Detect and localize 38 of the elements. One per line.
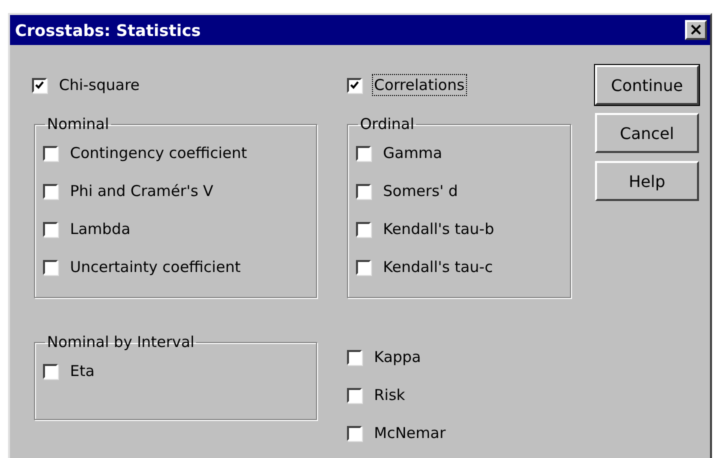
dialog-button[interactable]: Continue [595,65,699,105]
window-title: Crosstabs: Statistics [15,20,201,40]
dialog-button[interactable]: Help [595,161,699,201]
checkbox-label: Somers' d [382,181,459,202]
checkbox[interactable] [43,222,58,236]
checkbox-label: Uncertainty coefficient [69,257,242,278]
checkbox-label: Contingency coefficient [69,143,248,164]
group-title: Ordinal [359,115,416,133]
checkbox-label: Risk [373,385,406,406]
checkbox[interactable] [347,350,362,364]
checkbox[interactable] [356,146,371,160]
checkbox[interactable] [43,364,58,378]
checkbox-label: Correlations [372,74,467,96]
checkmark-icon [350,81,359,89]
checkmark-icon [35,81,44,89]
checkbox[interactable] [43,260,58,274]
checkbox[interactable] [43,184,58,198]
checkbox-label: Eta [69,361,96,382]
checkbox-label: Lambda [69,219,132,240]
dialog-button[interactable]: Cancel [595,113,699,153]
checkbox-label: Gamma [382,143,444,164]
checkbox[interactable] [347,426,362,440]
checkbox[interactable] [347,78,362,92]
group-title: Nominal [46,115,110,133]
group-title: Nominal by Interval [46,333,196,351]
checkbox[interactable] [356,184,371,198]
checkbox-label: Kendall's tau-c [382,257,494,278]
checkbox[interactable] [356,222,371,236]
checkbox[interactable] [356,260,371,274]
close-button[interactable]: × [685,20,707,40]
checkbox[interactable] [32,78,47,92]
checkbox-label: Kendall's tau-b [382,219,496,240]
checkbox-label: McNemar [373,423,447,444]
checkbox[interactable] [43,146,58,160]
checkbox-label: Chi-square [58,75,141,96]
checkbox[interactable] [347,388,362,402]
checkbox-label: Phi and Cramér's V [69,181,214,202]
checkbox-label: Kappa [373,347,422,368]
